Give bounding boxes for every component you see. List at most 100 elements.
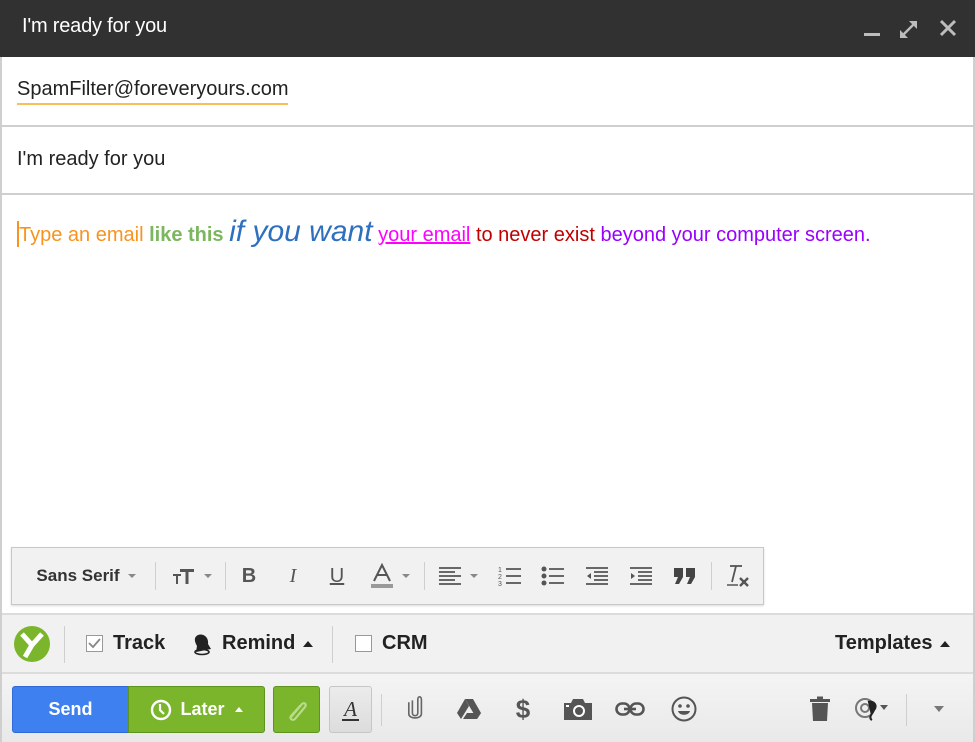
text-color-icon: [371, 563, 393, 588]
expand-icon: [900, 21, 917, 38]
camera-icon: [564, 699, 592, 720]
templates-label: Templates: [835, 632, 933, 654]
font-family-select[interactable]: Sans Serif: [26, 548, 146, 604]
more-options-button[interactable]: [924, 691, 954, 727]
indent-more-icon: [630, 567, 652, 585]
signature-button[interactable]: [852, 691, 892, 727]
chevron-down-icon: [203, 574, 212, 578]
text-color-button[interactable]: [364, 548, 416, 604]
bulleted-list-icon: [541, 566, 564, 586]
chevron-down-icon: [470, 574, 478, 578]
underline-button[interactable]: U: [322, 548, 352, 604]
link-icon: [615, 702, 645, 716]
body-segment: if you want: [229, 215, 373, 248]
close-button[interactable]: [935, 14, 961, 42]
insert-photo-button[interactable]: [560, 691, 596, 727]
insert-link-button[interactable]: [612, 691, 648, 727]
svg-text:1: 1: [498, 567, 502, 574]
body-segment: beyond your computer screen.: [600, 224, 871, 246]
attach-files-button[interactable]: [273, 686, 320, 733]
font-size-button[interactable]: [164, 548, 219, 604]
discard-button[interactable]: [802, 691, 838, 727]
bold-icon: B: [241, 564, 257, 587]
body-text: Type an email like this if you want your…: [17, 215, 871, 249]
divider: [711, 562, 712, 590]
formatting-options-button[interactable]: A: [329, 686, 372, 733]
remind-label: Remind: [222, 632, 296, 654]
body-segment: to never exist: [475, 224, 595, 246]
yesware-logo-icon: [14, 625, 50, 662]
send-later-button[interactable]: Later: [128, 686, 265, 733]
divider: [906, 694, 907, 726]
recipient-chip[interactable]: SpamFilter@foreveryours.com: [17, 78, 289, 105]
indent-more-button[interactable]: [625, 548, 657, 604]
later-label: Later: [180, 699, 225, 719]
to-field[interactable]: SpamFilter@foreveryours.com: [2, 58, 973, 127]
minimize-button[interactable]: [860, 14, 886, 42]
track-toggle[interactable]: Track: [86, 615, 165, 672]
crm-label: CRM: [382, 632, 428, 654]
italic-button[interactable]: I: [278, 548, 308, 604]
attach-button[interactable]: [398, 691, 434, 727]
body-segment: like this: [149, 224, 224, 246]
indent-less-button[interactable]: [581, 548, 613, 604]
chevron-up-icon: [234, 707, 243, 712]
action-bar: Send Later A $: [2, 674, 973, 742]
divider: [332, 626, 333, 663]
crm-checkbox[interactable]: [355, 635, 372, 652]
indent-less-icon: [586, 567, 608, 585]
bold-button[interactable]: B: [234, 548, 264, 604]
drive-icon: [457, 699, 481, 719]
chevron-up-icon: [940, 640, 951, 647]
divider: [381, 694, 382, 726]
minimize-icon: [864, 33, 880, 36]
compose-titlebar: I'm ready for you: [0, 0, 975, 57]
attach-icon: [407, 696, 423, 719]
remind-button[interactable]: Remind: [190, 615, 314, 672]
subject-input[interactable]: I'm ready for you: [17, 148, 165, 171]
yesware-logo-button[interactable]: [14, 615, 50, 672]
body-link[interactable]: your email: [378, 224, 470, 246]
track-label: Track: [113, 632, 166, 654]
align-button[interactable]: [432, 548, 484, 604]
body-segment: Type an email: [19, 224, 150, 246]
svg-text:3: 3: [498, 581, 502, 587]
remove-formatting-button[interactable]: [720, 548, 756, 604]
checkmark-icon: [88, 638, 101, 649]
chevron-down-icon: [402, 574, 410, 578]
send-button[interactable]: Send: [12, 686, 129, 733]
insert-emoji-button[interactable]: [666, 691, 702, 727]
payment-button[interactable]: $: [505, 691, 541, 727]
trash-icon: [810, 696, 830, 721]
track-checkbox[interactable]: [86, 635, 103, 652]
divider: [155, 562, 156, 590]
send-label: Send: [48, 699, 93, 719]
divider: [64, 626, 65, 663]
expand-button[interactable]: [896, 14, 922, 42]
align-left-icon: [439, 567, 461, 585]
font-size-icon: [172, 569, 194, 584]
numbered-list-button[interactable]: 123: [494, 548, 526, 604]
italic-icon: I: [289, 564, 297, 587]
templates-button[interactable]: Templates: [835, 615, 951, 672]
font-family-label: Sans Serif: [36, 566, 120, 585]
bell-icon: [194, 633, 211, 655]
drive-button[interactable]: [451, 691, 487, 727]
crm-toggle[interactable]: CRM: [355, 615, 428, 672]
extension-bar: Track Remind CRM Templates: [2, 613, 973, 674]
divider: [225, 562, 226, 590]
dollar-icon: $: [515, 693, 531, 724]
more-options-icon: [934, 706, 944, 712]
emoji-icon: [671, 696, 697, 722]
clock-icon: [151, 699, 172, 720]
numbered-list-icon: 123: [498, 567, 521, 587]
quote-icon: [674, 568, 695, 584]
subject-field[interactable]: I'm ready for you: [2, 127, 973, 195]
window-title: I'm ready for you: [22, 15, 167, 37]
bulleted-list-button[interactable]: [537, 548, 569, 604]
divider: [424, 562, 425, 590]
formatting-toolbar: Sans Serif B I U 123: [11, 547, 764, 605]
close-icon: [939, 19, 957, 37]
quote-button[interactable]: [669, 548, 701, 604]
underline-icon: U: [329, 564, 345, 587]
